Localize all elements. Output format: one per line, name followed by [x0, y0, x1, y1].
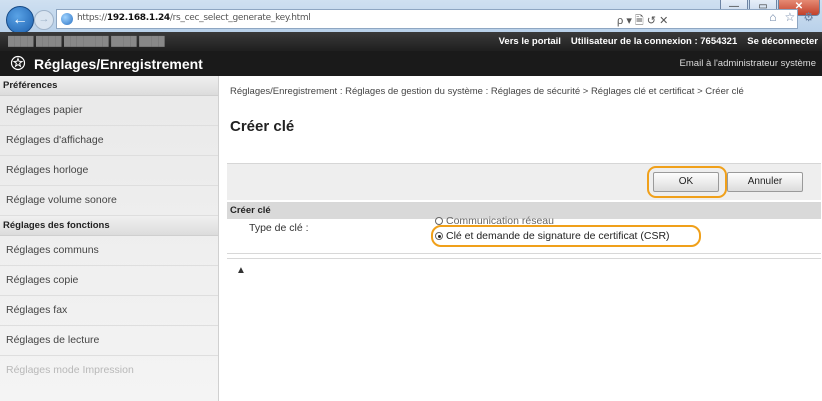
- ok-button[interactable]: OK: [653, 172, 719, 192]
- key-type-row: Type de clé : Communication réseau Clé e…: [227, 216, 821, 253]
- url-host: 192.168.1.24: [106, 13, 170, 23]
- breadcrumb: Réglages/Enregistrement : Réglages de ge…: [230, 86, 744, 97]
- sidebar-item-paper[interactable]: Réglages papier: [0, 96, 218, 126]
- address-bar-tools[interactable]: ρ ▾ 🗎 ↺ ✕: [617, 12, 668, 31]
- address-url[interactable]: https://192.168.1.24/rs_cec_select_gener…: [77, 13, 311, 23]
- app-title-bar: Réglages/Enregistrement Email à l'admini…: [0, 51, 822, 76]
- radio-csr-label: Clé et demande de signature de certifica…: [446, 230, 670, 242]
- sidebar-item-copy[interactable]: Réglages copie: [0, 266, 218, 296]
- browser-toolbar: — ▭ ✕ ← → https://192.168.1.24/rs_cec_se…: [0, 0, 822, 34]
- sidebar-section-preferences: Préférences: [0, 76, 218, 96]
- sidebar-item-fax[interactable]: Réglages fax: [0, 296, 218, 326]
- portal-bar: ████ ████ ███████ ████ ████ Vers le port…: [0, 32, 822, 51]
- radio-network-label: Communication réseau: [446, 216, 554, 225]
- radio-checked-icon[interactable]: [435, 232, 443, 240]
- settings-gear-icon[interactable]: ⚙: [803, 10, 814, 24]
- back-button[interactable]: ←: [6, 6, 34, 34]
- url-prefix: https://: [77, 13, 107, 23]
- settings-registration-icon: [10, 55, 26, 71]
- favorites-star-icon[interactable]: ☆: [784, 10, 795, 24]
- forward-arrow-icon: →: [38, 13, 50, 25]
- url-path: /rs_cec_select_generate_key.html: [169, 13, 311, 23]
- back-arrow-icon: ←: [12, 11, 28, 28]
- main-content: Réglages/Enregistrement : Réglages de ge…: [219, 76, 822, 401]
- create-key-section: Créer clé Type de clé : Communication ré…: [227, 202, 821, 254]
- site-favicon-icon: [61, 13, 73, 25]
- sidebar-item-common[interactable]: Réglages communs: [0, 236, 218, 266]
- sidebar-item-scan[interactable]: Réglages de lecture: [0, 326, 218, 356]
- sidebar-item-clock[interactable]: Réglages horloge: [0, 156, 218, 186]
- browser-tools: ⌂ ☆ ⚙: [769, 10, 814, 24]
- radio-network-communication[interactable]: Communication réseau: [435, 216, 554, 225]
- page-title: Créer clé: [230, 118, 295, 135]
- forward-button[interactable]: →: [34, 10, 54, 30]
- sidebar-item-volume[interactable]: Réglage volume sonore: [0, 186, 218, 216]
- home-icon[interactable]: ⌂: [769, 10, 776, 24]
- page-app-title: Réglages/Enregistrement: [34, 56, 203, 72]
- device-name: ████ ████ ███████ ████ ████: [8, 36, 165, 46]
- back-to-top-icon[interactable]: ▲: [236, 265, 246, 276]
- action-bar: OK Annuler: [227, 163, 821, 200]
- address-bar[interactable]: https://192.168.1.24/rs_cec_select_gener…: [56, 9, 798, 29]
- radio-unchecked-icon[interactable]: [435, 216, 443, 225]
- cancel-button[interactable]: Annuler: [727, 172, 803, 192]
- radio-csr[interactable]: Clé et demande de signature de certifica…: [435, 230, 670, 242]
- sidebar: Préférences Réglages papier Réglages d'a…: [0, 76, 219, 401]
- portal-links: Vers le portail Utilisateur de la connex…: [499, 36, 818, 47]
- sidebar-item-print[interactable]: Réglages mode Impression: [0, 356, 218, 385]
- key-type-label: Type de clé :: [249, 222, 309, 234]
- sidebar-item-display[interactable]: Réglages d'affichage: [0, 126, 218, 156]
- address-tools-icons[interactable]: ρ ▾ 🗎 ↺ ✕: [617, 12, 668, 31]
- login-user-info: Utilisateur de la connexion : 7654321: [570, 36, 738, 47]
- logout-link[interactable]: Se déconnecter: [747, 36, 818, 47]
- divider: [227, 258, 821, 259]
- sidebar-section-functions: Réglages des fonctions: [0, 216, 218, 236]
- email-admin-link[interactable]: Email à l'administrateur système: [680, 58, 816, 69]
- portal-link[interactable]: Vers le portail: [499, 36, 561, 47]
